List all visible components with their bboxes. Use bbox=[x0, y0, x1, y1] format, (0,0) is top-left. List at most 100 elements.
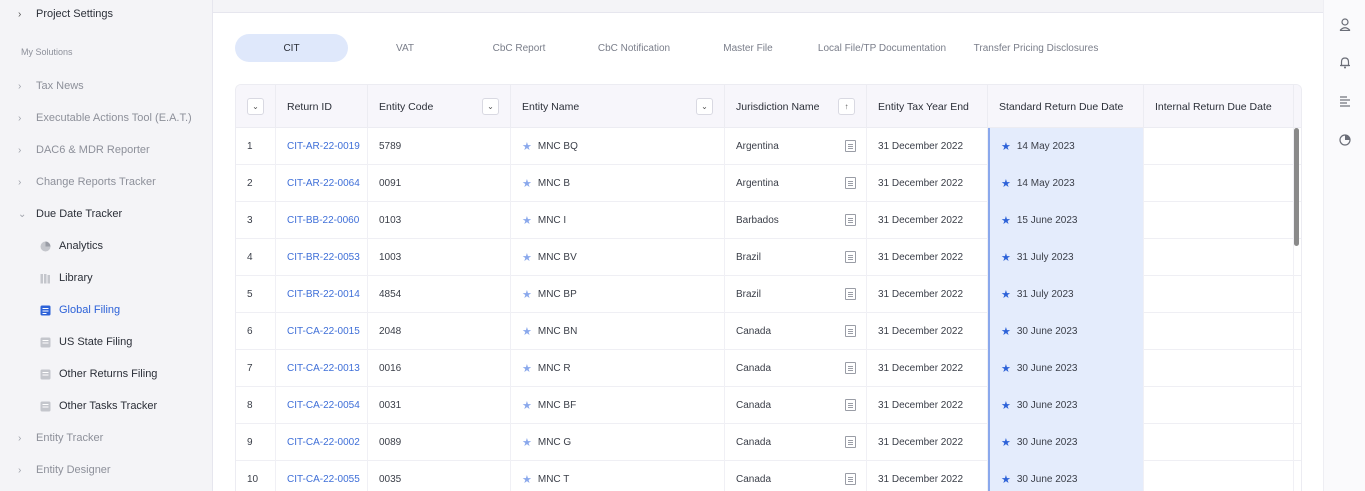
jurisdiction-cell: Barbados bbox=[725, 202, 867, 239]
return-id-link-text[interactable]: CIT-AR-22-0019 bbox=[287, 141, 360, 152]
bell-icon[interactable] bbox=[1338, 55, 1352, 69]
header-return-id[interactable]: Return ID bbox=[276, 85, 368, 128]
standard-due-cell-text: 31 July 2023 bbox=[1016, 252, 1074, 263]
sidebar-item-dac6[interactable]: › DAC6 & MDR Reporter bbox=[0, 138, 213, 162]
sidebar-subitem-other-returns[interactable]: Other Returns Filing bbox=[0, 362, 213, 386]
sidebar-subitem-global-filing[interactable]: Global Filing bbox=[0, 298, 213, 322]
document-icon[interactable] bbox=[845, 288, 856, 300]
table-row[interactable]: 8 CIT-CA-22-0054 0031 ★ MNC BF Canada 31 Decem… bbox=[236, 387, 1301, 424]
chevron-down-icon[interactable]: ⌄ bbox=[482, 98, 499, 115]
header-entity-name[interactable]: Entity Name ⌄ bbox=[511, 85, 725, 128]
entity-name-cell-text: MNC BP bbox=[537, 289, 577, 300]
document-icon[interactable] bbox=[845, 177, 856, 189]
tab-cbc-report[interactable]: CbC Report bbox=[485, 34, 553, 62]
sidebar-item-eat[interactable]: › Executable Actions Tool (E.A.T.) bbox=[0, 106, 213, 130]
document-icon[interactable] bbox=[845, 399, 856, 411]
sidebar-subitem-label: Global Filing bbox=[59, 304, 121, 316]
table-row[interactable]: 3 CIT-BB-22-0060 0103 ★ MNC I Barbados 31 Dece… bbox=[236, 202, 1301, 239]
return-id-link-text[interactable]: CIT-BR-22-0014 bbox=[287, 289, 360, 300]
tab-local-file[interactable]: Local File/TP Documentation bbox=[815, 34, 949, 62]
return-id-link[interactable]: CIT-CA-22-0055 bbox=[276, 461, 368, 491]
document-icon[interactable] bbox=[845, 473, 856, 485]
return-id-link-text[interactable]: CIT-CA-22-0055 bbox=[287, 474, 360, 485]
tab-cbc-notification[interactable]: CbC Notification bbox=[590, 34, 678, 62]
sidebar-item-tax-news[interactable]: › Tax News bbox=[0, 74, 213, 98]
sidebar-subitem-other-tasks[interactable]: Other Tasks Tracker bbox=[0, 394, 213, 418]
document-icon[interactable] bbox=[845, 214, 856, 226]
favorite-star-icon[interactable]: ★ bbox=[522, 362, 532, 375]
sidebar-subitem-analytics[interactable]: Analytics bbox=[0, 234, 213, 258]
favorite-star-icon[interactable]: ★ bbox=[522, 251, 532, 264]
document-icon[interactable] bbox=[845, 362, 856, 374]
favorite-star-icon[interactable]: ★ bbox=[522, 177, 532, 190]
document-icon[interactable] bbox=[845, 436, 856, 448]
return-id-link-text[interactable]: CIT-AR-22-0064 bbox=[287, 178, 360, 189]
return-id-link-text[interactable]: CIT-CA-22-0054 bbox=[287, 400, 360, 411]
header-standard-due[interactable]: Standard Return Due Date bbox=[988, 85, 1144, 128]
return-id-link[interactable]: CIT-CA-22-0015 bbox=[276, 313, 368, 350]
pie-chart-icon[interactable] bbox=[1338, 133, 1352, 147]
return-id-link-text[interactable]: CIT-CA-22-0013 bbox=[287, 363, 360, 374]
priority-star-icon: ★ bbox=[1001, 252, 1011, 264]
entity-code-cell-text: 0091 bbox=[379, 178, 402, 189]
table-row[interactable]: 9 CIT-CA-22-0002 0089 ★ MNC G Canada 31 Decemb… bbox=[236, 424, 1301, 461]
return-id-link[interactable]: CIT-CA-22-0002 bbox=[276, 424, 368, 461]
document-icon[interactable] bbox=[845, 140, 856, 152]
favorite-star-icon[interactable]: ★ bbox=[522, 140, 532, 153]
sidebar-subitem-library[interactable]: Library bbox=[0, 266, 213, 290]
table-row[interactable]: 7 CIT-CA-22-0013 0016 ★ MNC R Canada 31 Decemb… bbox=[236, 350, 1301, 387]
table-row[interactable]: 4 CIT-BR-22-0053 1003 ★ MNC BV Brazil 31 Decem… bbox=[236, 239, 1301, 276]
sidebar-subitem-us-state-filing[interactable]: US State Filing bbox=[0, 330, 213, 354]
return-id-link[interactable]: CIT-BB-22-0060 bbox=[276, 202, 368, 239]
return-id-link[interactable]: CIT-CA-22-0054 bbox=[276, 387, 368, 424]
tab-cit[interactable]: CIT bbox=[235, 34, 348, 62]
sidebar-item-project-settings[interactable]: › Project Settings bbox=[0, 2, 213, 26]
sidebar-item-due-date-tracker[interactable]: ⌄ Due Date Tracker bbox=[0, 202, 213, 226]
return-id-link-text[interactable]: CIT-CA-22-0015 bbox=[287, 326, 360, 337]
return-id-link-text[interactable]: CIT-CA-22-0002 bbox=[287, 437, 360, 448]
internal-due-cell bbox=[1144, 128, 1294, 165]
row-number-cell-text: 9 bbox=[247, 437, 253, 448]
user-icon[interactable] bbox=[1338, 17, 1352, 31]
return-id-link-text[interactable]: CIT-BR-22-0053 bbox=[287, 252, 360, 263]
header-entity-code[interactable]: Entity Code ⌄ bbox=[368, 85, 511, 128]
favorite-star-icon[interactable]: ★ bbox=[522, 214, 532, 227]
document-icon[interactable] bbox=[845, 325, 856, 337]
tax-year-end-cell-text: 31 December 2022 bbox=[878, 400, 964, 411]
sort-ascending-icon[interactable]: ↑ bbox=[838, 98, 855, 115]
table-row[interactable]: 1 CIT-AR-22-0019 5789 ★ MNC BQ Argentina 31 De… bbox=[236, 128, 1301, 165]
document-icon[interactable] bbox=[845, 251, 856, 263]
table-row[interactable]: 6 CIT-CA-22-0015 2048 ★ MNC BN Canada 31 Decem… bbox=[236, 313, 1301, 350]
favorite-star-icon[interactable]: ★ bbox=[522, 325, 532, 338]
row-number-cell: 4 bbox=[236, 239, 276, 276]
sidebar-item-entity-tracker[interactable]: › Entity Tracker bbox=[0, 426, 213, 450]
favorite-star-icon[interactable]: ★ bbox=[522, 473, 532, 486]
table-row[interactable]: 2 CIT-AR-22-0064 0091 ★ MNC B Argentina 31 Dec… bbox=[236, 165, 1301, 202]
chevron-down-icon[interactable]: ⌄ bbox=[696, 98, 713, 115]
jurisdiction-cell-text: Canada bbox=[736, 326, 772, 337]
tab-master-file[interactable]: Master File bbox=[715, 34, 781, 62]
header-tax-year-end[interactable]: Entity Tax Year End bbox=[867, 85, 988, 128]
sidebar-item-entity-designer[interactable]: › Entity Designer bbox=[0, 458, 213, 482]
favorite-star-icon[interactable]: ★ bbox=[522, 288, 532, 301]
favorite-star-icon[interactable]: ★ bbox=[522, 399, 532, 412]
header-jurisdiction[interactable]: Jurisdiction Name ↑ bbox=[725, 85, 867, 128]
tab-tp-disclosures[interactable]: Transfer Pricing Disclosures bbox=[971, 34, 1101, 62]
list-icon[interactable] bbox=[1338, 94, 1352, 108]
return-id-link[interactable]: CIT-CA-22-0013 bbox=[276, 350, 368, 387]
return-id-link[interactable]: CIT-BR-22-0053 bbox=[276, 239, 368, 276]
entity-name-cell: ★ MNC BF bbox=[511, 387, 725, 424]
table-row[interactable]: 5 CIT-BR-22-0014 4854 ★ MNC BP Brazil 31 Decem… bbox=[236, 276, 1301, 313]
return-id-link-text[interactable]: CIT-BB-22-0060 bbox=[287, 215, 359, 226]
favorite-star-icon[interactable]: ★ bbox=[522, 436, 532, 449]
table-row[interactable]: 10 CIT-CA-22-0055 0035 ★ MNC T Canada 31 Decem… bbox=[236, 461, 1301, 491]
header-internal-due[interactable]: Internal Return Due Date bbox=[1144, 85, 1294, 128]
table-scrollbar[interactable] bbox=[1294, 128, 1299, 246]
chevron-down-icon[interactable]: ⌄ bbox=[247, 98, 264, 115]
sidebar-item-change-reports[interactable]: › Change Reports Tracker bbox=[0, 170, 213, 194]
return-id-link[interactable]: CIT-AR-22-0064 bbox=[276, 165, 368, 202]
tab-vat[interactable]: VAT bbox=[383, 34, 427, 62]
tax-year-end-cell-text: 31 December 2022 bbox=[878, 215, 964, 226]
return-id-link[interactable]: CIT-AR-22-0019 bbox=[276, 128, 368, 165]
return-id-link[interactable]: CIT-BR-22-0014 bbox=[276, 276, 368, 313]
